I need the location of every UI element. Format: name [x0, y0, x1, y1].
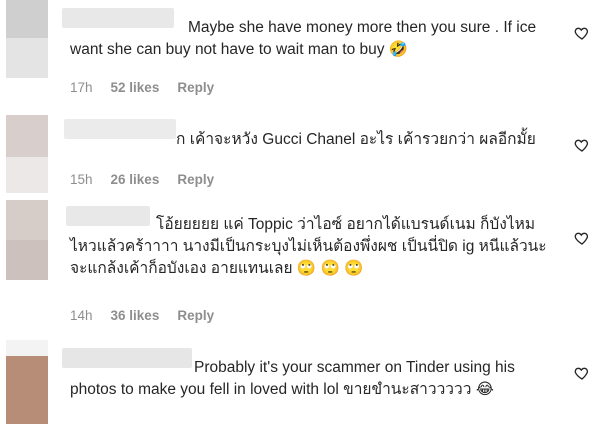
heart-outline-icon[interactable]	[574, 25, 590, 41]
comment-item: ก เค้าจะหวัง Gucci Chanel อะไร เค้ารวยกว…	[0, 115, 600, 195]
avatar[interactable]	[6, 340, 48, 424]
reply-button[interactable]: Reply	[177, 308, 214, 323]
comment-meta: 15h 26 likes Reply	[70, 172, 214, 187]
comment-meta: 17h 52 likes Reply	[70, 80, 214, 95]
comment-item: Maybe she have money more then you sure …	[0, 0, 600, 105]
comment-time[interactable]: 17h	[70, 80, 93, 95]
comment-likes[interactable]: 36 likes	[111, 308, 160, 323]
avatar[interactable]	[6, 200, 48, 280]
comment-time[interactable]: 15h	[70, 172, 93, 187]
comment-item: Probably it's your scammer on Tinder usi…	[0, 340, 600, 424]
heart-outline-icon[interactable]	[574, 365, 590, 381]
comment-item: โอ้ยยยยย แค่ Toppic ว่าไอซ์ อยากได้แบรนด…	[0, 200, 600, 330]
comment-text: Maybe she have money more then you sure …	[70, 19, 541, 58]
comment-time[interactable]: 14h	[70, 308, 93, 323]
heart-outline-icon[interactable]	[574, 230, 590, 246]
avatar[interactable]	[6, 0, 48, 78]
comment-text: Probably it's your scammer on Tinder usi…	[70, 359, 520, 398]
reply-button[interactable]: Reply	[177, 172, 214, 187]
heart-outline-icon[interactable]	[574, 137, 590, 153]
comment-likes[interactable]: 26 likes	[111, 172, 160, 187]
comment-text: ก เค้าจะหวัง Gucci Chanel อะไร เค้ารวยกว…	[176, 131, 536, 148]
reply-button[interactable]: Reply	[177, 80, 214, 95]
avatar[interactable]	[6, 115, 48, 193]
comment-likes[interactable]: 52 likes	[111, 80, 160, 95]
comment-text: โอ้ยยยยย แค่ Toppic ว่าไอซ์ อยากได้แบรนด…	[70, 216, 551, 277]
username-redacted[interactable]	[64, 119, 176, 139]
comment-meta: 14h 36 likes Reply	[70, 308, 214, 323]
